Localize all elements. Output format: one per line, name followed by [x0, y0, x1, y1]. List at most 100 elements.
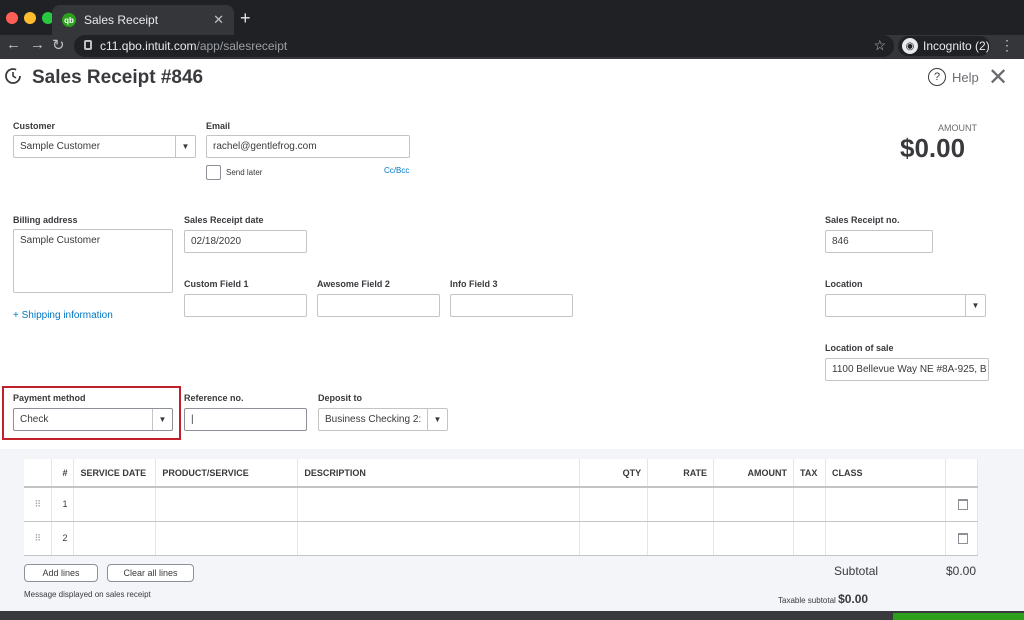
- line-items-table: # SERVICE DATE PRODUCT/SERVICE DESCRIPTI…: [24, 459, 979, 556]
- customer-label: Customer: [13, 121, 56, 131]
- delete-cell[interactable]: [945, 487, 979, 522]
- browser-tab[interactable]: qb Sales Receipt ✕: [52, 5, 234, 35]
- tax-cell[interactable]: [793, 487, 827, 522]
- sales-receipt-date-label: Sales Receipt date: [184, 215, 264, 225]
- window-controls: [6, 12, 54, 24]
- browser-tab-strip: qb Sales Receipt ✕ +: [0, 0, 1024, 35]
- new-tab-icon[interactable]: +: [240, 8, 251, 29]
- custom-field-2-input[interactable]: [317, 294, 440, 317]
- line-number: 2: [51, 521, 75, 556]
- help-button[interactable]: ? Help: [928, 68, 979, 86]
- tab-title: Sales Receipt: [84, 13, 159, 27]
- payment-method-label: Payment method: [13, 393, 86, 403]
- sales-receipt-date-field[interactable]: 02/18/2020: [184, 230, 307, 253]
- service-date-cell[interactable]: [73, 487, 157, 522]
- email-label: Email: [206, 121, 231, 131]
- browser-menu-icon[interactable]: ⋮: [1000, 37, 1014, 54]
- table-row[interactable]: ⠿ 2: [24, 521, 979, 556]
- page-title: Sales Receipt #846: [32, 67, 204, 88]
- sales-receipt-no-label: Sales Receipt no.: [825, 215, 900, 225]
- browser-toolbar: ← → ↻ c11.qbo.intuit.com/app/salesreceip…: [0, 35, 1024, 59]
- sales-receipt-no-value: 846: [832, 236, 849, 247]
- taxable-subtotal-label: Taxable subtotal: [778, 596, 836, 605]
- incognito-profile-button[interactable]: ◉ Incognito (2): [898, 36, 990, 56]
- forward-icon[interactable]: →: [30, 36, 45, 53]
- reference-no-field[interactable]: |: [184, 408, 307, 431]
- billing-address-value: Sample Customer: [20, 235, 101, 246]
- column-header: DESCRIPTION: [297, 459, 581, 488]
- delete-column: [945, 459, 979, 488]
- email-field[interactable]: rachel@gentlefrog.com: [206, 135, 410, 158]
- back-icon[interactable]: ←: [6, 36, 21, 53]
- reload-icon[interactable]: ↻: [52, 36, 65, 54]
- description-cell[interactable]: [297, 521, 581, 556]
- close-window-icon[interactable]: [6, 12, 18, 24]
- delete-cell[interactable]: [945, 521, 979, 556]
- column-header: QTY: [579, 459, 649, 488]
- table-header-row: # SERVICE DATE PRODUCT/SERVICE DESCRIPTI…: [24, 459, 979, 488]
- deposit-to-value: Business Checking 2:: [325, 414, 422, 425]
- add-lines-button[interactable]: Add lines: [24, 564, 98, 582]
- sales-receipt-no-field[interactable]: 846: [825, 230, 933, 253]
- chevron-down-icon[interactable]: ▼: [427, 409, 447, 430]
- email-value: rachel@gentlefrog.com: [213, 141, 317, 152]
- qty-cell[interactable]: [579, 487, 649, 522]
- sales-receipt-page: Sales Receipt #846 ? Help ✕ Customer Sam…: [0, 59, 1024, 611]
- customer-select[interactable]: Sample Customer ▼: [13, 135, 196, 158]
- tab-close-icon[interactable]: ✕: [213, 12, 224, 28]
- quickbooks-favicon-icon: qb: [62, 13, 76, 27]
- location-of-sale-field[interactable]: 1100 Bellevue Way NE #8A-925, B: [825, 358, 989, 381]
- qty-cell[interactable]: [579, 521, 649, 556]
- minimize-window-icon[interactable]: [24, 12, 36, 24]
- recent-transactions-icon[interactable]: [4, 67, 22, 85]
- amount-cell[interactable]: [713, 521, 795, 556]
- product-service-cell[interactable]: [155, 487, 299, 522]
- description-cell[interactable]: [297, 487, 581, 522]
- chevron-down-icon[interactable]: ▼: [965, 295, 985, 316]
- product-service-cell[interactable]: [155, 521, 299, 556]
- handle-column: [24, 459, 53, 488]
- send-later-checkbox[interactable]: [206, 165, 221, 180]
- subtotal-label: Subtotal: [834, 564, 879, 578]
- address-bar[interactable]: c11.qbo.intuit.com/app/salesreceipt ☆: [74, 35, 894, 57]
- custom-field-1-input[interactable]: [184, 294, 307, 317]
- rate-cell[interactable]: [647, 521, 715, 556]
- drag-handle-icon[interactable]: ⠿: [24, 487, 53, 522]
- save-button[interactable]: [893, 613, 1024, 620]
- table-row[interactable]: ⠿ 1: [24, 487, 979, 522]
- chevron-down-icon[interactable]: ▼: [175, 136, 195, 157]
- class-cell[interactable]: [825, 487, 946, 522]
- service-date-cell[interactable]: [73, 521, 157, 556]
- payment-method-value: Check: [20, 414, 49, 425]
- custom-field-2-label: Awesome Field 2: [317, 279, 390, 289]
- help-icon: ?: [928, 68, 946, 86]
- payment-method-select[interactable]: Check ▼: [13, 408, 173, 431]
- custom-field-3-input[interactable]: [450, 294, 573, 317]
- column-header: CLASS: [825, 459, 946, 488]
- deposit-to-select[interactable]: Business Checking 2: ▼: [318, 408, 448, 431]
- sales-receipt-date-value: 02/18/2020: [191, 236, 242, 247]
- trash-icon[interactable]: [957, 532, 968, 544]
- amount-cell[interactable]: [713, 487, 795, 522]
- location-of-sale-value: 1100 Bellevue Way NE #8A-925, B: [832, 364, 987, 375]
- column-header: PRODUCT/SERVICE: [155, 459, 299, 488]
- chevron-down-icon[interactable]: ▼: [152, 409, 172, 430]
- column-header: TAX: [793, 459, 827, 488]
- cc-bcc-link[interactable]: Cc/Bcc: [384, 166, 409, 175]
- taxable-subtotal-value: $0.00: [838, 592, 869, 606]
- shipping-information-link[interactable]: + Shipping information: [13, 310, 113, 321]
- footer-bar: [0, 611, 1024, 620]
- class-cell[interactable]: [825, 521, 946, 556]
- billing-address-label: Billing address: [13, 215, 78, 225]
- close-icon[interactable]: ✕: [988, 63, 1008, 92]
- subtotal-value: $0.00: [946, 564, 977, 578]
- column-header: SERVICE DATE: [73, 459, 157, 488]
- location-select[interactable]: ▼: [825, 294, 986, 317]
- tax-cell[interactable]: [793, 521, 827, 556]
- rate-cell[interactable]: [647, 487, 715, 522]
- drag-handle-icon[interactable]: ⠿: [24, 521, 53, 556]
- clear-all-lines-button[interactable]: Clear all lines: [107, 564, 194, 582]
- billing-address-field[interactable]: Sample Customer: [13, 229, 173, 293]
- bookmark-star-icon[interactable]: ☆: [873, 37, 886, 54]
- trash-icon[interactable]: [957, 498, 968, 510]
